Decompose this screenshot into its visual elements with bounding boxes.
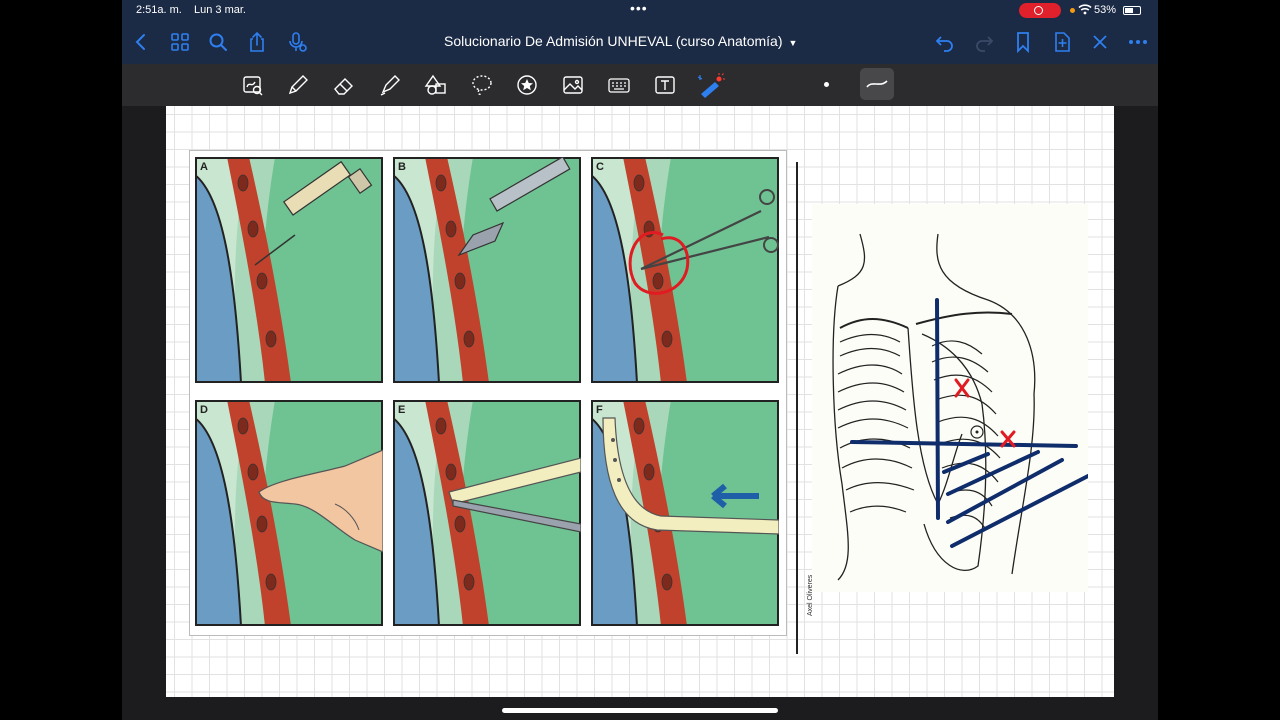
panel-e-tube-insertion: E [393,400,581,626]
back-chevron-icon[interactable] [128,29,154,55]
drawing-toolbar [122,64,1158,106]
share-icon[interactable] [244,29,270,55]
redo-icon[interactable] [971,29,997,55]
keyboard-icon[interactable] [606,72,632,98]
laser-pointer-icon[interactable] [695,72,725,98]
panel-label: D [200,404,208,416]
add-page-icon[interactable] [1049,29,1075,55]
status-date: Lun 3 mar. [194,4,246,16]
document-title-text: Solucionario De Admisión UNHEVAL (curso … [444,33,783,49]
multitasking-dots-icon[interactable]: ••• [630,0,648,16]
shapes-icon[interactable] [423,72,449,98]
panel-label: A [200,161,208,173]
bookmark-icon[interactable] [1010,29,1036,55]
undo-icon[interactable] [932,29,958,55]
panel-label: E [398,404,406,416]
battery-icon [1123,6,1141,15]
panel-c-blunt-dissection: C [591,157,779,383]
status-bar: 2:51a. m. Lun 3 mar. ••• 53% [122,0,1158,20]
highlighter-icon[interactable] [377,72,403,98]
thorax-diagram [812,204,1090,592]
lasso-icon[interactable] [469,72,495,98]
lasso-zoom-icon[interactable] [240,72,266,98]
close-icon[interactable] [1087,29,1113,55]
stroke-size-small-option[interactable] [824,82,829,87]
image-icon[interactable] [560,72,586,98]
battery-percent: 53% [1094,4,1117,16]
screen-recording-icon[interactable] [1019,3,1061,18]
panel-label: B [398,161,406,173]
text-box-icon[interactable] [652,72,678,98]
mic-in-use-indicator [1070,8,1075,13]
chevron-down-icon: ▼ [788,38,798,48]
pen-icon[interactable] [285,72,311,98]
panel-b-scalpel-incision: B [393,157,581,383]
page-divider-line [796,162,798,654]
chest-tube-procedure-figure: A B C D E F Axel Oliveres [189,150,814,636]
app-window: 2:51a. m. Lun 3 mar. ••• 53% Solucionari… [122,0,1158,720]
eraser-icon[interactable] [331,72,357,98]
elements-star-icon[interactable] [514,72,540,98]
wifi-icon [1078,3,1092,18]
document-title[interactable]: Solucionario De Admisión UNHEVAL (curso … [444,33,797,49]
document-navbar: Solucionario De Admisión UNHEVAL (curso … [122,20,1158,64]
status-time: 2:51a. m. [136,4,182,16]
document-page[interactable]: A B C D E F Axel Oliveres [166,106,1114,697]
microphone-icon[interactable] [284,29,310,55]
panel-label: F [596,404,603,416]
stroke-style-option[interactable] [860,68,894,100]
search-icon[interactable] [205,29,231,55]
panel-a-needle-aspiration: A [195,157,383,383]
panel-f-tube-in-place: F [591,400,779,626]
thumbnails-grid-icon[interactable] [167,29,193,55]
panel-label: C [596,161,604,173]
panel-d-finger-sweep: D [195,400,383,626]
more-options-icon[interactable] [1125,29,1151,55]
home-indicator[interactable] [502,708,778,713]
